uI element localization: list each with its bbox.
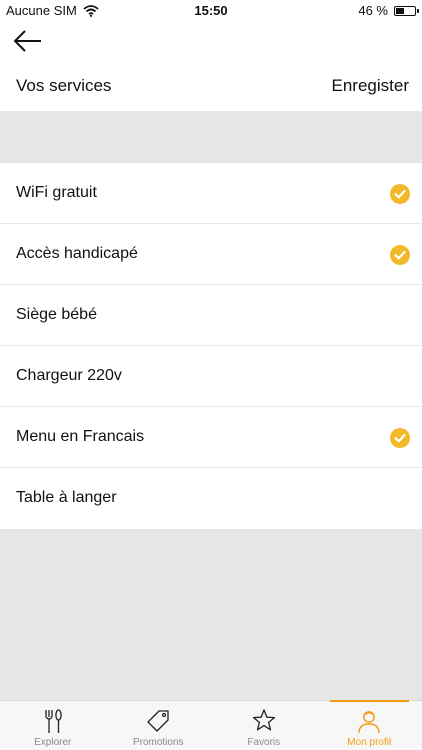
tab-promotions-label: Promotions — [132, 737, 184, 748]
service-item[interactable]: Table à langer — [0, 468, 422, 529]
service-label: Accès handicapé — [16, 245, 138, 262]
tab-mon-profil[interactable]: Mon profil — [317, 700, 422, 750]
service-label: Menu en Francais — [16, 428, 145, 445]
save-button[interactable]: Enregister — [332, 76, 409, 96]
service-label: Chargeur 220v — [16, 367, 122, 384]
status-right: 46 % — [358, 3, 419, 18]
title-row: Vos services Enregister — [0, 74, 422, 104]
battery-icon — [394, 5, 419, 16]
arrow-left-icon — [13, 30, 41, 52]
checkmark-icon — [390, 428, 410, 448]
star-icon — [252, 709, 275, 731]
status-bar: Aucune SIM 15:50 46 % — [0, 0, 422, 22]
tag-icon — [147, 710, 169, 732]
service-item[interactable]: Chargeur 220v — [0, 346, 422, 407]
fork-knife-icon — [45, 709, 62, 733]
service-item[interactable]: Menu en Francais — [0, 407, 422, 468]
service-label: Table à langer — [16, 489, 117, 506]
tab-promotions[interactable]: Promotions — [106, 701, 212, 750]
tab-explorer[interactable]: Explorer — [0, 701, 106, 750]
user-icon — [358, 711, 380, 734]
checkmark-icon — [390, 184, 410, 204]
checkmark-icon — [390, 245, 410, 265]
tab-explorer-label: Explorer — [34, 737, 72, 748]
page-title: Vos services — [16, 76, 112, 95]
tab-bar: Explorer Promotions Favoris Mon profil — [0, 700, 422, 750]
tab-mon-profil-label: Mon profil — [347, 737, 392, 748]
service-item[interactable]: WiFi gratuit — [0, 163, 422, 224]
battery-tip — [417, 8, 419, 13]
back-button[interactable] — [10, 28, 46, 54]
service-label: WiFi gratuit — [16, 184, 97, 201]
active-tab-indicator — [329, 700, 409, 702]
tab-favoris[interactable]: Favoris — [211, 701, 317, 750]
battery-fill — [396, 7, 404, 14]
tab-favoris-label: Favoris — [247, 737, 281, 748]
services-list: WiFi gratuit Accès handicapé Siège bébé Cha… — [0, 163, 422, 529]
battery-percentage: 46 % — [358, 3, 388, 18]
header: Vos services Enregister — [0, 22, 422, 111]
service-label: Siège bébé — [16, 306, 97, 323]
service-item[interactable]: Accès handicapé — [0, 224, 422, 285]
service-item[interactable]: Siège bébé — [0, 285, 422, 346]
